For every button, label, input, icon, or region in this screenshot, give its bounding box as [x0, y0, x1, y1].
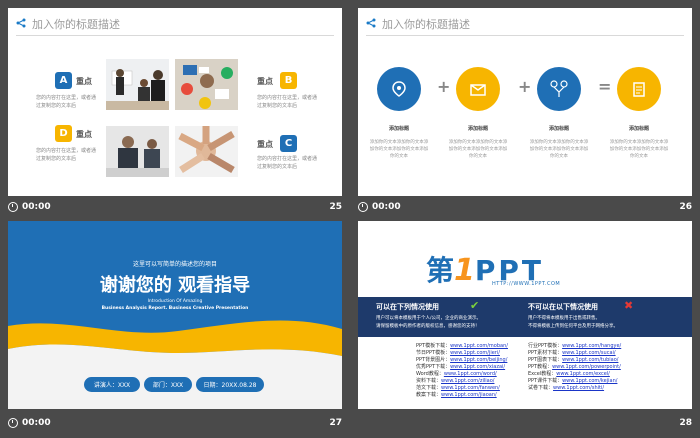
- point-label: 重点: [257, 77, 273, 86]
- share-icon: [16, 18, 26, 31]
- logo-number: 1: [454, 253, 475, 288]
- badge-d: D: [55, 125, 72, 142]
- can-use-desc-2: 请保留模板中的原作者的版权信息，感谢您的支持！: [376, 324, 480, 329]
- point-desc: 您的内容打在这里，或者通过复制您的文本后: [36, 95, 97, 109]
- kicker-text: 这里可以写简单的描述您的项目: [132, 261, 217, 268]
- cannot-use-desc-2: 不得将模板上传到任何平台及用于网络分享。: [528, 324, 618, 329]
- usage-banner: 可以在下列情况使用 ✔ 用户可以将本模板用于个人/公司，企业的商业演示。 请保留…: [358, 297, 692, 337]
- cross-icon: ✖: [624, 299, 634, 312]
- slide-time: 00:00: [22, 418, 51, 428]
- slide-title: 加入你的标题描述: [382, 18, 470, 31]
- check-icon: ✔: [470, 299, 480, 312]
- businessman-photo: [106, 126, 169, 177]
- point-desc: 您的内容打在这里，或者通过复制您的文本后: [257, 156, 318, 170]
- list-item[interactable]: 资料下载：www.1ppt.com/ziliao/: [416, 378, 508, 385]
- presenter-pill: 讲演人：XXX: [84, 377, 140, 392]
- divider: [16, 35, 334, 36]
- link-list-right: 行业PPT模板：www.1ppt.com/hangye/ PPT素材下载：www…: [528, 343, 621, 392]
- list-item[interactable]: PPT素材下载：www.1ppt.com/sucai/: [528, 350, 621, 357]
- slide-number: 28: [679, 418, 692, 428]
- cannot-use-heading: 不可以在以下情况使用: [528, 303, 598, 311]
- item-title: 添加标题: [548, 126, 569, 132]
- slide-26-footer: 00:00 26: [358, 198, 692, 218]
- list-item[interactable]: 行业PPT模板：www.1ppt.com/hangye/: [528, 343, 621, 350]
- 1ppt-logo: 第 1 PPT: [426, 249, 544, 288]
- department-pill: 部门：XXX: [144, 377, 192, 392]
- slide-number: 25: [329, 202, 342, 212]
- list-item[interactable]: 范文下载：www.1ppt.com/fanwen/: [416, 385, 508, 392]
- list-item[interactable]: Excel教程：www.1ppt.com/excel/: [528, 371, 621, 378]
- point-desc: 您的内容打在这里，或者通过复制您的文本后: [36, 148, 97, 162]
- link-list-left: PPT模板下载：www.1ppt.com/moban/ 节日PPT模板：www.…: [416, 343, 508, 399]
- can-use-desc-1: 用户可以将本模板用于个人/公司，企业的商业演示。: [376, 316, 482, 321]
- slide-time: 00:00: [372, 202, 401, 212]
- divider: [366, 35, 684, 36]
- plus-operator: +: [518, 77, 532, 96]
- hands-together-photo: [175, 126, 238, 177]
- point-label: 重点: [76, 77, 92, 86]
- share-icon: [366, 18, 376, 31]
- item-desc: 添加你的文本添加你的文本添加你的文本添加你的文本添加你的文本: [609, 140, 669, 159]
- list-item[interactable]: PPT图表下载：www.1ppt.com/tubiao/: [528, 357, 621, 364]
- scroll-icon: [617, 67, 661, 111]
- can-use-heading: 可以在下列情况使用: [376, 303, 439, 311]
- list-item[interactable]: 节日PPT模板：www.1ppt.com/jieri/: [416, 350, 508, 357]
- slide-number: 26: [679, 202, 692, 212]
- clock-icon: [358, 202, 368, 212]
- subtitle-line-1: Introduction Of Amazing: [147, 299, 203, 304]
- item-desc: 添加你的文本添加你的文本添加你的文本添加你的文本添加你的文本: [448, 140, 508, 159]
- list-item[interactable]: 教案下载：www.1ppt.com/jiaoan/: [416, 392, 508, 399]
- point-desc: 您的内容打在这里，或者通过复制您的文本后: [257, 95, 318, 109]
- slide-27-thumbnail[interactable]: 这里可以写简单的描述您的项目 谢谢您的 观看指导 Introduction Of…: [8, 221, 342, 409]
- list-item[interactable]: PPT教程：www.1ppt.com/powerpoint/: [528, 364, 621, 371]
- badge-c: C: [280, 135, 297, 152]
- item-title: 添加标题: [467, 126, 488, 132]
- badge-a: A: [55, 72, 72, 89]
- clock-icon: [8, 418, 18, 428]
- list-item[interactable]: Word教程：www.1ppt.com/word/: [416, 371, 508, 378]
- logo-url: HTTP://WWW.1PPT.COM: [492, 281, 561, 287]
- point-label: 重点: [257, 140, 273, 149]
- slide-time: 00:00: [22, 202, 51, 212]
- meeting-photo: [106, 59, 169, 110]
- item-desc: 添加你的文本添加你的文本添加你的文本添加你的文本添加你的文本: [369, 140, 429, 159]
- thank-you-title: 谢谢您的 观看指导: [99, 275, 251, 296]
- teamwork-photo: [175, 59, 238, 110]
- plus-operator: +: [437, 77, 451, 96]
- cannot-use-desc-1: 用户不得将本模板用于出售或转售。: [528, 316, 600, 321]
- steps-icon: [537, 67, 581, 111]
- slide-25-thumbnail[interactable]: 加入你的标题描述 A 重点 您的内容打在这里，或者通过复制您的文本后 D 重点 …: [8, 8, 342, 196]
- mail-icon: [456, 67, 500, 111]
- slide-25-footer: 00:00 25: [8, 198, 342, 218]
- slide-header: 加入你的标题描述: [16, 16, 120, 32]
- list-item[interactable]: 优秀PPT下载：www.1ppt.com/xiazai/: [416, 364, 508, 371]
- slide-28-thumbnail[interactable]: 第 1 PPT HTTP://WWW.1PPT.COM 可以在下列情况使用 ✔ …: [358, 221, 692, 409]
- subtitle-line-2: Business Analysis Report. Business Creat…: [101, 306, 249, 311]
- clock-icon: [8, 202, 18, 212]
- slide-27-footer: 00:00 27: [8, 414, 342, 434]
- item-title: 添加标题: [628, 126, 649, 132]
- list-item[interactable]: 试卷下载：www.1ppt.com/shiti/: [528, 385, 621, 392]
- slide-title: 加入你的标题描述: [32, 18, 120, 31]
- list-item[interactable]: PPT课件下载：www.1ppt.com/kejian/: [528, 378, 621, 385]
- location-icon: [377, 67, 421, 111]
- list-item[interactable]: PPT模板下载：www.1ppt.com/moban/: [416, 343, 508, 350]
- equals-operator: =: [598, 77, 612, 96]
- item-title: 添加标题: [388, 126, 409, 132]
- slide-26-thumbnail[interactable]: 加入你的标题描述 + + = 添加标题 添加你的文本添加你的文本添加你的文本添加…: [358, 8, 692, 196]
- point-label: 重点: [76, 130, 92, 139]
- slide-number: 27: [329, 418, 342, 428]
- item-desc: 添加你的文本添加你的文本添加你的文本添加你的文本添加你的文本: [529, 140, 589, 159]
- badge-b: B: [280, 72, 297, 89]
- slide-28-footer: 28: [358, 414, 692, 434]
- slide-header: 加入你的标题描述: [366, 16, 470, 32]
- date-pill: 日期：20XX.08.28: [196, 377, 264, 392]
- list-item[interactable]: PPT背景图片：www.1ppt.com/beijing/: [416, 357, 508, 364]
- logo-prefix: 第: [426, 254, 455, 287]
